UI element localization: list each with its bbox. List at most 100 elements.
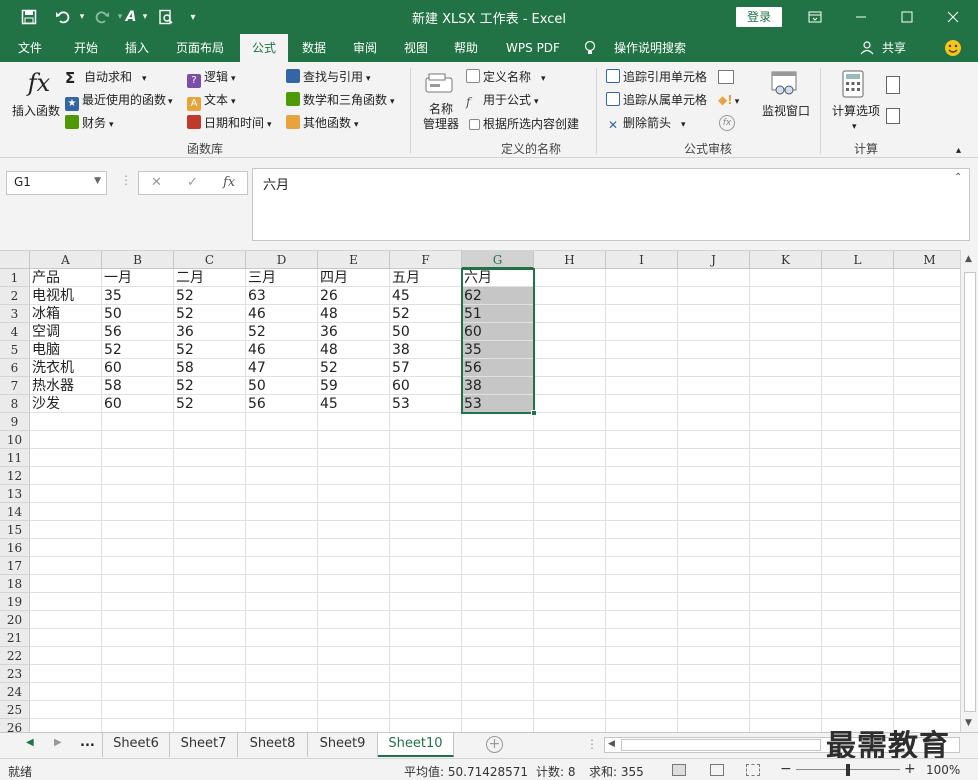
cell-f21[interactable] xyxy=(390,629,462,647)
cell-a17[interactable] xyxy=(30,557,102,575)
column-header-k[interactable]: K xyxy=(750,251,822,269)
zoom-slider-handle[interactable] xyxy=(846,764,850,776)
cell-c9[interactable] xyxy=(174,413,246,431)
cell-d17[interactable] xyxy=(246,557,318,575)
cell-b25[interactable] xyxy=(102,701,174,719)
cell-e13[interactable] xyxy=(318,485,390,503)
cell-f25[interactable] xyxy=(390,701,462,719)
row-header[interactable]: 14 xyxy=(0,503,30,521)
evaluate-formula-icon[interactable]: fx xyxy=(719,115,735,131)
sheet-prev-icon[interactable]: ◀ xyxy=(26,737,34,748)
column-header-a[interactable]: A xyxy=(30,251,102,269)
cell-a14[interactable] xyxy=(30,503,102,521)
calculator-icon[interactable] xyxy=(842,70,868,100)
cell-k2[interactable] xyxy=(750,287,822,305)
trace-precedents-button[interactable]: 追踪引用单元格 xyxy=(606,68,707,86)
select-all-corner[interactable] xyxy=(0,251,30,269)
cell-d22[interactable] xyxy=(246,647,318,665)
cell-h21[interactable] xyxy=(534,629,606,647)
cell-c4[interactable]: 36 xyxy=(174,323,246,341)
cell-l23[interactable] xyxy=(822,665,894,683)
row-header[interactable]: 4 xyxy=(0,323,30,341)
cell-k20[interactable] xyxy=(750,611,822,629)
cell-f13[interactable] xyxy=(390,485,462,503)
cell-f14[interactable] xyxy=(390,503,462,521)
cell-d2[interactable]: 63 xyxy=(246,287,318,305)
cell-j11[interactable] xyxy=(678,449,750,467)
cell-e17[interactable] xyxy=(318,557,390,575)
cell-e15[interactable] xyxy=(318,521,390,539)
calc-now-icon[interactable] xyxy=(886,76,900,94)
column-header-f[interactable]: F xyxy=(390,251,462,269)
cell-j15[interactable] xyxy=(678,521,750,539)
cell-c21[interactable] xyxy=(174,629,246,647)
cell-d20[interactable] xyxy=(246,611,318,629)
cell-k23[interactable] xyxy=(750,665,822,683)
cell-c23[interactable] xyxy=(174,665,246,683)
cell-h26[interactable] xyxy=(534,719,606,732)
cell-c22[interactable] xyxy=(174,647,246,665)
scroll-down-icon[interactable]: ▼ xyxy=(965,718,972,728)
sheet-tab-sheet10[interactable]: Sheet10 xyxy=(378,733,454,757)
cell-f6[interactable]: 57 xyxy=(390,359,462,377)
cell-d6[interactable]: 47 xyxy=(246,359,318,377)
column-header-h[interactable]: H xyxy=(534,251,606,269)
cell-g21[interactable] xyxy=(462,629,534,647)
tab-file[interactable]: 文件 xyxy=(6,34,54,62)
cell-e19[interactable] xyxy=(318,593,390,611)
cell-e22[interactable] xyxy=(318,647,390,665)
cell-k21[interactable] xyxy=(750,629,822,647)
cell-d16[interactable] xyxy=(246,539,318,557)
cell-j24[interactable] xyxy=(678,683,750,701)
cell-h4[interactable] xyxy=(534,323,606,341)
cell-a8[interactable]: 沙发 xyxy=(30,395,102,413)
cell-i13[interactable] xyxy=(606,485,678,503)
row-header[interactable]: 21 xyxy=(0,629,30,647)
cell-m20[interactable] xyxy=(894,611,960,629)
row-header[interactable]: 20 xyxy=(0,611,30,629)
cell-g10[interactable] xyxy=(462,431,534,449)
cell-m19[interactable] xyxy=(894,593,960,611)
cell-f1[interactable]: 五月 xyxy=(390,269,462,287)
cell-b5[interactable]: 52 xyxy=(102,341,174,359)
page-layout-view-icon[interactable] xyxy=(710,764,724,776)
cell-d1[interactable]: 三月 xyxy=(246,269,318,287)
cell-k4[interactable] xyxy=(750,323,822,341)
cell-k17[interactable] xyxy=(750,557,822,575)
cell-m3[interactable] xyxy=(894,305,960,323)
cell-k14[interactable] xyxy=(750,503,822,521)
cell-h22[interactable] xyxy=(534,647,606,665)
cell-m13[interactable] xyxy=(894,485,960,503)
cell-a21[interactable] xyxy=(30,629,102,647)
cell-l11[interactable] xyxy=(822,449,894,467)
cell-d11[interactable] xyxy=(246,449,318,467)
row-header[interactable]: 8 xyxy=(0,395,30,413)
other-functions-button[interactable]: 其他函数 ▾ xyxy=(286,114,359,134)
cell-j17[interactable] xyxy=(678,557,750,575)
cell-e9[interactable] xyxy=(318,413,390,431)
cell-a5[interactable]: 电脑 xyxy=(30,341,102,359)
cell-g24[interactable] xyxy=(462,683,534,701)
cell-g8[interactable]: 53 xyxy=(462,395,534,413)
cell-a2[interactable]: 电视机 xyxy=(30,287,102,305)
cell-h20[interactable] xyxy=(534,611,606,629)
cell-e5[interactable]: 48 xyxy=(318,341,390,359)
cell-l12[interactable] xyxy=(822,467,894,485)
cell-k25[interactable] xyxy=(750,701,822,719)
cell-k11[interactable] xyxy=(750,449,822,467)
cell-c11[interactable] xyxy=(174,449,246,467)
column-header-m[interactable]: M xyxy=(894,251,960,269)
sheet-more-button[interactable]: ... xyxy=(80,735,95,750)
cell-c15[interactable] xyxy=(174,521,246,539)
row-header[interactable]: 17 xyxy=(0,557,30,575)
cell-a20[interactable] xyxy=(30,611,102,629)
formula-input[interactable]: 六月 xyxy=(252,168,970,241)
cell-e6[interactable]: 52 xyxy=(318,359,390,377)
tab-review[interactable]: 审阅 xyxy=(340,34,390,62)
name-manager-icon[interactable] xyxy=(424,72,458,96)
cell-h19[interactable] xyxy=(534,593,606,611)
cell-m9[interactable] xyxy=(894,413,960,431)
zoom-out-icon[interactable]: − xyxy=(780,761,792,777)
cell-m15[interactable] xyxy=(894,521,960,539)
cell-m2[interactable] xyxy=(894,287,960,305)
